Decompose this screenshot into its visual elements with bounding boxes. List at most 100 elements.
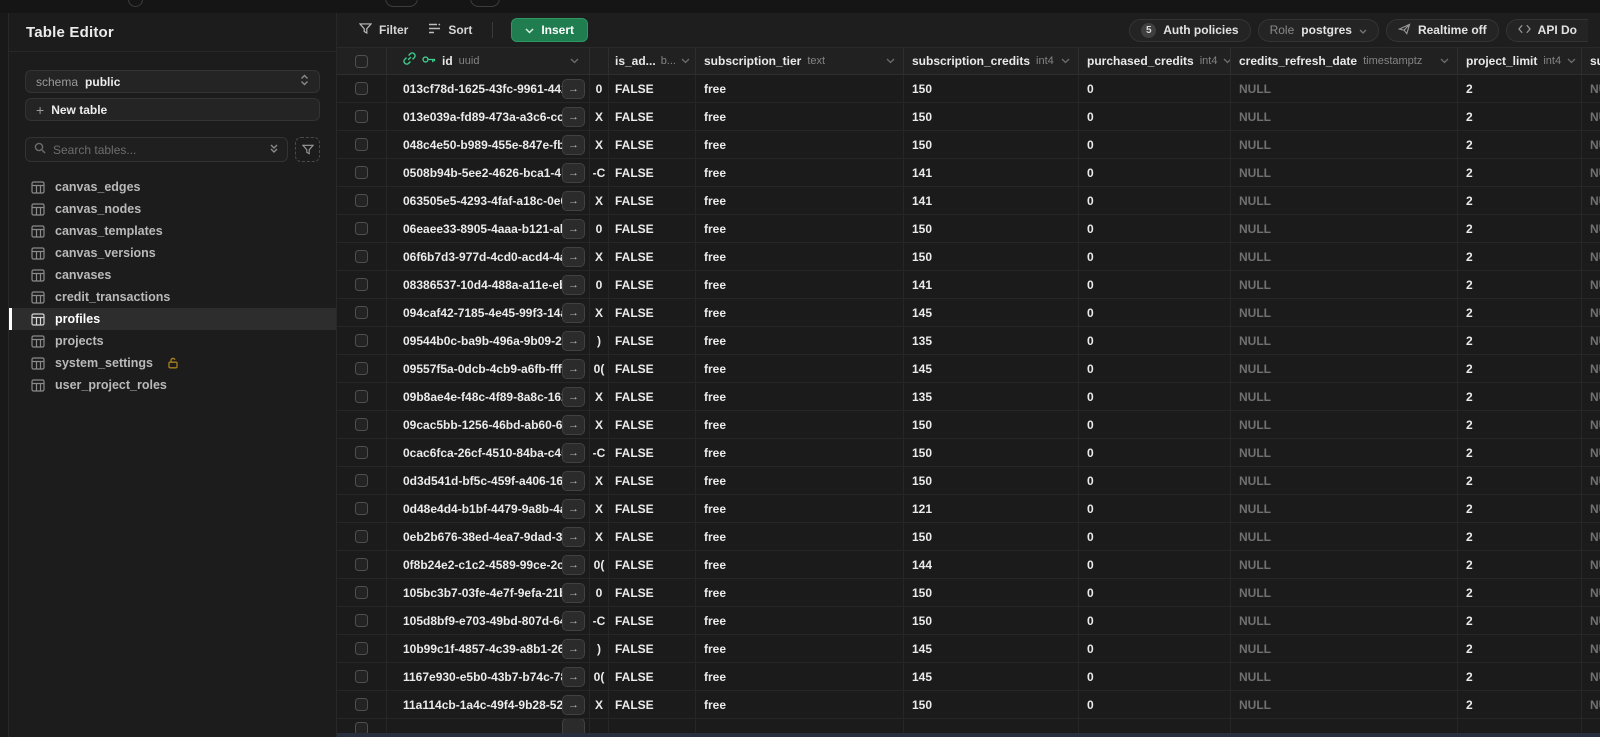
- realtime-toggle-button[interactable]: Realtime off: [1385, 18, 1499, 42]
- expand-row-button[interactable]: →: [562, 498, 585, 519]
- cell-credits-refresh-date[interactable]: NULL: [1231, 635, 1458, 662]
- expand-row-button[interactable]: →: [562, 274, 585, 295]
- row-checkbox[interactable]: [355, 166, 368, 179]
- row-checkbox[interactable]: [355, 138, 368, 151]
- row-checkbox[interactable]: [355, 474, 368, 487]
- sidebar-item-canvas_templates[interactable]: canvas_templates: [9, 220, 336, 242]
- cell-subscription-credits[interactable]: 150: [904, 579, 1079, 606]
- expand-row-button[interactable]: →: [562, 414, 585, 435]
- expand-row-button[interactable]: →: [562, 386, 585, 407]
- cell-clipped[interactable]: ): [590, 635, 609, 662]
- row-checkbox[interactable]: [355, 82, 368, 95]
- cell-purchased-credits[interactable]: 0: [1079, 383, 1231, 410]
- cell-clipped-right[interactable]: NU: [1582, 215, 1600, 242]
- cell-credits-refresh-date[interactable]: NULL: [1231, 355, 1458, 382]
- cell-purchased-credits[interactable]: 0: [1079, 691, 1231, 718]
- cell-subscription-credits[interactable]: 135: [904, 383, 1079, 410]
- table-row[interactable]: 11a114cb-1a4c-49f4-9b28-52219ec...→XFALS…: [337, 691, 1600, 719]
- cell-clipped-right[interactable]: NU: [1582, 355, 1600, 382]
- expand-row-button[interactable]: →: [562, 694, 585, 715]
- cell-project-limit[interactable]: 2: [1458, 271, 1582, 298]
- select-all-checkbox[interactable]: [355, 54, 368, 68]
- role-select[interactable]: Role postgres: [1257, 18, 1379, 42]
- column-header-credits-refresh-date[interactable]: credits_refresh_date timestamptz: [1231, 48, 1458, 74]
- cell-subscription-tier[interactable]: free: [696, 327, 904, 354]
- cell-id[interactable]: 0d48e4d4-b1bf-4479-9a8b-4a4b...→: [387, 495, 590, 522]
- cell-credits-refresh-date[interactable]: NULL: [1231, 215, 1458, 242]
- sidebar-item-canvas_nodes[interactable]: canvas_nodes: [9, 198, 336, 220]
- column-header-clipped-right[interactable]: su: [1582, 48, 1600, 74]
- cell-subscription-credits[interactable]: 150: [904, 411, 1079, 438]
- expand-row-button[interactable]: →: [562, 442, 585, 463]
- cell-subscription-tier[interactable]: free: [696, 551, 904, 578]
- sidebar-item-canvas_versions[interactable]: canvas_versions: [9, 242, 336, 264]
- table-row[interactable]: 063505e5-4293-4faf-a18c-0e65b...→XFALSEf…: [337, 187, 1600, 215]
- column-header-is-admin[interactable]: is_ad... b...: [609, 48, 696, 74]
- cell-clipped-right[interactable]: NU: [1582, 467, 1600, 494]
- row-checkbox[interactable]: [355, 306, 368, 319]
- cell-subscription-tier[interactable]: free: [696, 215, 904, 242]
- cell-project-limit[interactable]: 2: [1458, 383, 1582, 410]
- cell-project-limit[interactable]: 2: [1458, 663, 1582, 690]
- cell-credits-refresh-date[interactable]: NULL: [1231, 495, 1458, 522]
- row-checkbox[interactable]: [355, 362, 368, 375]
- cell-purchased-credits[interactable]: 0: [1079, 215, 1231, 242]
- cell-purchased-credits[interactable]: 0: [1079, 355, 1231, 382]
- cell-is-admin[interactable]: FALSE: [609, 635, 696, 662]
- cell-project-limit[interactable]: 2: [1458, 131, 1582, 158]
- table-row[interactable]: 0508b94b-5ee2-4626-bca1-4bca...→-CFALSEf…: [337, 159, 1600, 187]
- cell-subscription-tier[interactable]: free: [696, 607, 904, 634]
- row-checkbox[interactable]: [355, 502, 368, 515]
- cell-clipped-right[interactable]: NU: [1582, 271, 1600, 298]
- cell-credits-refresh-date[interactable]: NULL: [1231, 271, 1458, 298]
- cell-credits-refresh-date[interactable]: NULL: [1231, 159, 1458, 186]
- cell-credits-refresh-date[interactable]: NULL: [1231, 579, 1458, 606]
- cell-credits-refresh-date[interactable]: NULL: [1231, 607, 1458, 634]
- cell-clipped[interactable]: ): [590, 327, 609, 354]
- cell-id[interactable]: 094caf42-7185-4e45-99f3-14abee...→: [387, 299, 590, 326]
- chevron-down-icon[interactable]: [1061, 58, 1070, 64]
- cell-credits-refresh-date[interactable]: NULL: [1231, 187, 1458, 214]
- cell-id[interactable]: 06f6b7d3-977d-4cd0-acd4-4a78...→: [387, 243, 590, 270]
- cell-credits-refresh-date[interactable]: NULL: [1231, 243, 1458, 270]
- cell-id[interactable]: 11a114cb-1a4c-49f4-9b28-52219ec...→: [387, 691, 590, 718]
- cell-purchased-credits[interactable]: 0: [1079, 579, 1231, 606]
- cell-purchased-credits[interactable]: 0: [1079, 271, 1231, 298]
- cell-credits-refresh-date[interactable]: NULL: [1231, 411, 1458, 438]
- cell-purchased-credits[interactable]: 0: [1079, 103, 1231, 130]
- cell-credits-refresh-date[interactable]: NULL: [1231, 103, 1458, 130]
- cell-purchased-credits[interactable]: 0: [1079, 467, 1231, 494]
- sidebar-item-canvas_edges[interactable]: canvas_edges: [9, 176, 336, 198]
- cell-is-admin[interactable]: FALSE: [609, 355, 696, 382]
- chevron-down-icon[interactable]: [1440, 58, 1449, 64]
- row-checkbox[interactable]: [355, 614, 368, 627]
- cell-credits-refresh-date[interactable]: NULL: [1231, 523, 1458, 550]
- row-checkbox[interactable]: [355, 698, 368, 711]
- cell-subscription-credits[interactable]: 150: [904, 103, 1079, 130]
- cell-subscription-credits[interactable]: 141: [904, 271, 1079, 298]
- cell-subscription-credits[interactable]: 145: [904, 355, 1079, 382]
- cell-is-admin[interactable]: FALSE: [609, 691, 696, 718]
- cell-id[interactable]: 0eb2b676-38ed-4ea7-9dad-38e6...→: [387, 523, 590, 550]
- row-checkbox[interactable]: [355, 642, 368, 655]
- cell-clipped-right[interactable]: NU: [1582, 131, 1600, 158]
- cell-purchased-credits[interactable]: 0: [1079, 299, 1231, 326]
- cell-id[interactable]: 0f8b24e2-c1c2-4589-99ce-2c52d...→: [387, 551, 590, 578]
- cell-clipped[interactable]: 0(: [590, 663, 609, 690]
- column-header-clipped[interactable]: [590, 48, 609, 74]
- cell-credits-refresh-date[interactable]: NULL: [1231, 75, 1458, 102]
- cell-project-limit[interactable]: 2: [1458, 243, 1582, 270]
- cell-id[interactable]: 06eaee33-8905-4aaa-b121-ab552...→: [387, 215, 590, 242]
- cell-project-limit[interactable]: 2: [1458, 691, 1582, 718]
- expand-row-button[interactable]: →: [562, 526, 585, 547]
- cell-credits-refresh-date[interactable]: NULL: [1231, 663, 1458, 690]
- cell-subscription-tier[interactable]: free: [696, 103, 904, 130]
- table-row[interactable]: 10b99c1f-4857-4c39-a8b1-263b8...→)FALSEf…: [337, 635, 1600, 663]
- cell-clipped[interactable]: 0: [590, 579, 609, 606]
- expand-row-button[interactable]: →: [562, 302, 585, 323]
- expand-row-button[interactable]: →: [562, 134, 585, 155]
- cell-clipped-right[interactable]: NU: [1582, 551, 1600, 578]
- cell-is-admin[interactable]: FALSE: [609, 439, 696, 466]
- row-checkbox[interactable]: [355, 586, 368, 599]
- sidebar-item-profiles[interactable]: profiles: [9, 308, 336, 330]
